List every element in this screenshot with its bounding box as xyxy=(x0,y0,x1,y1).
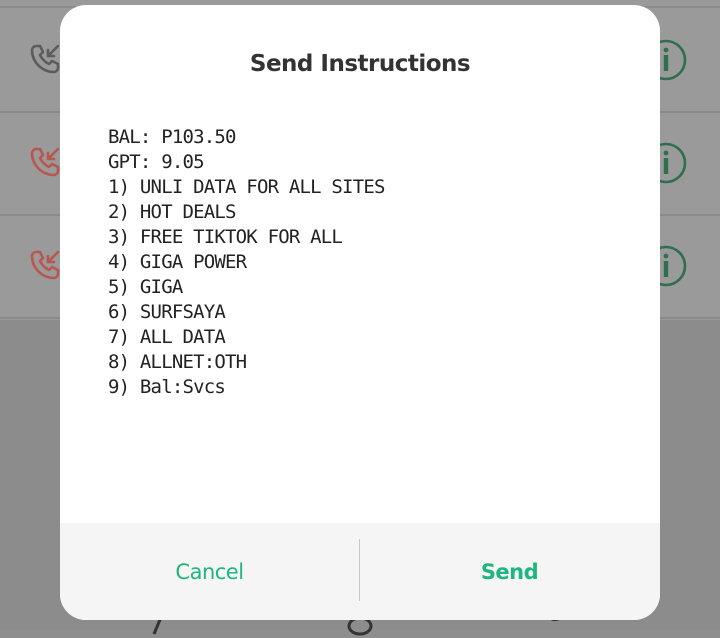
dialog-title: Send Instructions xyxy=(249,51,471,77)
message-text: BAL: P103.50 GPT: 9.05 1) UNLI DATA FOR … xyxy=(108,126,385,398)
missed-call-icon xyxy=(30,147,60,177)
missed-call-icon xyxy=(30,250,60,280)
send-button[interactable]: Send xyxy=(360,523,659,620)
dialog-action-bar: Cancel Send xyxy=(60,523,660,620)
message-text-field[interactable]: BAL: P103.50 GPT: 9.05 1) UNLI DATA FOR … xyxy=(100,123,620,524)
cancel-button[interactable]: Cancel xyxy=(60,523,359,620)
send-instructions-dialog: Send Instructions BAL: P103.50 GPT: 9.05… xyxy=(60,5,660,620)
incoming-call-icon xyxy=(30,44,60,74)
